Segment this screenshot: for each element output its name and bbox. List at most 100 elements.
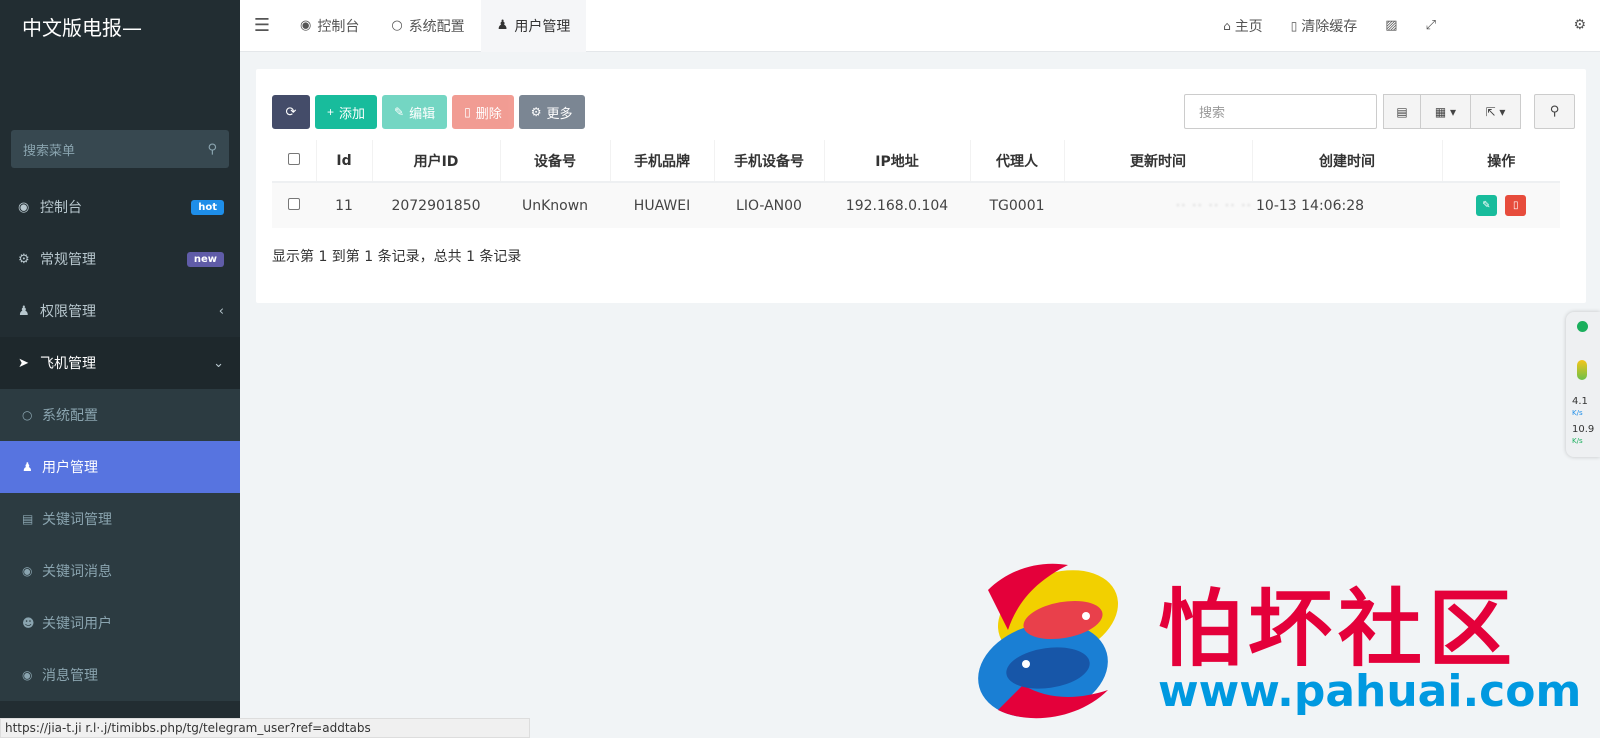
column-header[interactable]: Id	[316, 140, 373, 183]
sidebar-item-label: 关键词消息	[42, 564, 112, 580]
fullscreen-icon[interactable]: ⤢	[1412, 18, 1450, 33]
dashboard-icon: ◉	[18, 199, 30, 215]
cell-agent: TG0001	[970, 182, 1064, 228]
export-icon[interactable]: ⇱ ▾	[1471, 94, 1521, 129]
search-placeholder: 搜索	[1199, 106, 1226, 121]
column-header[interactable]: 更新时间	[1064, 140, 1253, 183]
columns-icon[interactable]: ▦ ▾	[1421, 94, 1471, 129]
row-delete-button[interactable]: ▯	[1505, 195, 1527, 216]
trash-icon: ▯	[1290, 18, 1298, 33]
brand-spacer	[0, 56, 240, 130]
watermark-url: www.pahuai.com	[1158, 666, 1582, 717]
settings-gear-icon[interactable]: ⚙	[1573, 17, 1586, 33]
row-select-cell	[272, 182, 316, 228]
traffic-light-icon	[1577, 360, 1587, 380]
sidebar-item-user-management[interactable]: ♟ 用户管理	[0, 441, 240, 493]
table-header-row: Id 用户ID 设备号 手机品牌 手机设备号 IP地址 代理人 更新时间 创建时…	[272, 140, 1560, 183]
sidebar-submenu: ○ 系统配置 ♟ 用户管理 ▤ 关键词管理 ◉ 关键词消息 ☻ 关键词用户 ◉ …	[0, 389, 240, 701]
comment-icon: ◉	[22, 564, 33, 578]
refresh-icon: ⟳	[285, 104, 297, 119]
sidebar-item-label: 系统配置	[42, 408, 98, 424]
fish-logo-icon	[978, 563, 1119, 719]
row-checkbox[interactable]	[288, 197, 300, 210]
refresh-button[interactable]: ⟳	[272, 95, 310, 129]
card-view-icon[interactable]: ▤	[1383, 94, 1421, 129]
table-view-tools: ▤ ▦ ▾ ⇱ ▾	[1383, 94, 1521, 129]
sidebar-item-general[interactable]: ⚙ 常规管理 new	[0, 233, 240, 285]
sidebar-item-message-management[interactable]: ◉ 消息管理	[0, 649, 240, 701]
top-right-actions: ⌂ 主页 ▯ 清除缓存 ▨ ⤢	[1209, 0, 1600, 52]
trash-icon: ▯	[464, 105, 471, 119]
column-header[interactable]: IP地址	[824, 140, 971, 183]
upload-speed: 4.1	[1572, 396, 1588, 407]
table-toolbar: ⟳ + 添加 ✎ 编辑 ▯ 删除 ⚙ 更多	[272, 95, 585, 129]
menu-toggle-icon[interactable]: ☰	[240, 15, 284, 36]
table-row[interactable]: 11 2072901850 UnKnown HUAWEI LIO-AN00 19…	[272, 182, 1560, 228]
sidebar-item-keyword-management[interactable]: ▤ 关键词管理	[0, 493, 240, 545]
top-navbar: ☰ ◉ 控制台 ○ 系统配置 ♟ 用户管理 ⌂ 主页 ▯ 清除缓存 ▨ ⤢ ⚙	[240, 0, 1600, 52]
sidebar-item-keyword-users[interactable]: ☻ 关键词用户	[0, 597, 240, 649]
select-all-cell	[272, 140, 317, 183]
network-speed-widget[interactable]: 4.1 K/s 10.9 K/s	[1566, 312, 1600, 457]
cell-created: 10-13 14:06:28	[1252, 182, 1442, 228]
site-watermark: 怕坏社区 www.pahuai.com	[968, 560, 1581, 730]
clear-cache-label: 清除缓存	[1301, 18, 1358, 35]
column-header[interactable]: 手机品牌	[610, 140, 715, 183]
sidebar-menu: ◉ 控制台 hot ⚙ 常规管理 new ♟ 权限管理 ‹ ➤ 飞机管理 ⌄ ○…	[0, 181, 240, 701]
tab-label: 控制台	[317, 18, 360, 35]
add-label: 添加	[339, 105, 366, 121]
home-link[interactable]: ⌂ 主页	[1209, 16, 1277, 36]
column-header[interactable]: 创建时间	[1252, 140, 1443, 183]
sidebar-item-label: 控制台	[40, 200, 82, 216]
dashboard-icon: ◉	[300, 18, 312, 33]
pencil-icon: ✎	[1482, 200, 1491, 211]
sidebar-item-system-config[interactable]: ○ 系统配置	[0, 389, 240, 441]
sidebar-item-permissions[interactable]: ♟ 权限管理 ‹	[0, 285, 240, 337]
download-speed: 10.9	[1572, 424, 1595, 435]
column-header: 操作	[1442, 140, 1560, 183]
home-label: 主页	[1234, 18, 1263, 35]
sidebar-item-label: 飞机管理	[40, 356, 96, 372]
column-header[interactable]: 代理人	[970, 140, 1065, 183]
select-all-checkbox[interactable]	[287, 152, 300, 165]
paper-plane-icon: ➤	[18, 355, 29, 371]
delete-button[interactable]: ▯ 删除	[452, 95, 514, 129]
delete-label: 删除	[475, 105, 502, 121]
edit-button[interactable]: ✎ 编辑	[382, 95, 448, 129]
edit-label: 编辑	[409, 105, 436, 121]
sidebar-item-label: 关键词管理	[42, 512, 112, 528]
search-icon[interactable]: ⚲	[1534, 94, 1575, 129]
column-header[interactable]: 手机设备号	[714, 140, 825, 183]
tab-user-management[interactable]: ♟ 用户管理	[480, 0, 587, 52]
sidebar-item-label: 消息管理	[42, 668, 98, 684]
circle-icon: ○	[22, 408, 33, 422]
row-edit-button[interactable]: ✎	[1475, 195, 1497, 216]
tab-dashboard[interactable]: ◉ 控制台	[284, 0, 375, 52]
status-bar-url: https://jia-t.ji r.l·.j/timibbs.php/tg/t…	[0, 718, 530, 738]
sidebar-item-label: 常规管理	[40, 252, 96, 268]
column-header[interactable]: 设备号	[500, 140, 611, 183]
user-icon: ♟	[22, 460, 33, 474]
status-dot-icon	[1577, 321, 1588, 332]
chevron-left-icon: ‹	[218, 303, 224, 319]
download-unit: K/s	[1572, 437, 1583, 445]
add-button[interactable]: + 添加	[315, 95, 378, 129]
tab-system-config[interactable]: ○ 系统配置	[375, 0, 480, 52]
table-search-input[interactable]: 搜索	[1184, 94, 1377, 129]
sidebar-item-keyword-messages[interactable]: ◉ 关键词消息	[0, 545, 240, 597]
more-button[interactable]: ⚙ 更多	[518, 95, 585, 129]
sidebar-item-dashboard[interactable]: ◉ 控制台 hot	[0, 181, 240, 233]
cell-ip: 192.168.0.104	[824, 182, 970, 228]
comment-icon: ◉	[22, 668, 33, 682]
sidebar-item-label: 用户管理	[42, 460, 98, 476]
clear-cache-link[interactable]: ▯ 清除缓存	[1277, 16, 1372, 36]
translate-icon[interactable]: ▨	[1371, 18, 1411, 33]
sidebar-item-label: 关键词用户	[42, 616, 112, 632]
tab-label: 系统配置	[408, 18, 465, 35]
sidebar-search-input[interactable]: 搜索菜单 ⚲	[11, 130, 229, 168]
circle-icon: ○	[391, 18, 403, 33]
column-header[interactable]: 用户ID	[372, 140, 501, 183]
user-icon: ♟	[496, 18, 509, 33]
sidebar-item-telegram[interactable]: ➤ 飞机管理 ⌄	[0, 337, 240, 389]
sidebar-search-placeholder: 搜索菜单	[23, 143, 76, 159]
